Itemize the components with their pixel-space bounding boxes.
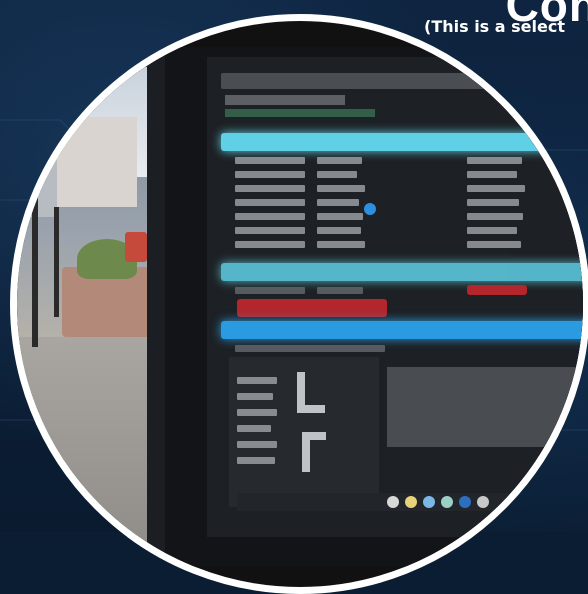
table-cell xyxy=(467,157,522,164)
window-titlebar xyxy=(221,73,583,89)
log-line xyxy=(237,457,275,464)
table-cell xyxy=(235,185,305,192)
taskbar-app-icon xyxy=(441,496,453,508)
lamp-pole xyxy=(54,207,59,317)
log-line xyxy=(237,441,277,448)
table-cell xyxy=(467,213,523,220)
glyph xyxy=(297,405,325,413)
table-cell xyxy=(235,345,385,352)
log-line xyxy=(237,377,277,384)
table-cell xyxy=(317,241,365,248)
monitor-edge xyxy=(147,47,165,567)
table-cell xyxy=(235,199,305,206)
table-cell xyxy=(235,171,305,178)
table-cell xyxy=(467,227,517,234)
circular-photo xyxy=(10,14,588,594)
table-cell xyxy=(317,199,359,206)
table-cell xyxy=(317,213,363,220)
table-cell xyxy=(317,227,361,234)
taskbar-app-icon xyxy=(477,496,489,508)
table-cell xyxy=(467,241,521,248)
table-cell xyxy=(235,227,305,234)
taskbar-app-icon xyxy=(387,496,399,508)
error-cell xyxy=(467,285,527,295)
taskbar-app-icon xyxy=(405,496,417,508)
table-cell xyxy=(317,171,357,178)
error-row xyxy=(237,299,387,317)
table-cell xyxy=(467,185,525,192)
toolbar xyxy=(225,95,345,105)
table-cell xyxy=(317,157,362,164)
taskbar-app-icon xyxy=(423,496,435,508)
table-cell xyxy=(317,287,363,294)
status-dot-icon xyxy=(364,203,376,215)
table-cell xyxy=(235,287,305,294)
table-cell xyxy=(235,213,305,220)
detail-text xyxy=(387,367,583,447)
red-sign xyxy=(125,232,147,262)
selected-row xyxy=(221,321,583,339)
table-cell xyxy=(235,157,305,164)
highlighted-row xyxy=(221,263,583,281)
photo-content xyxy=(17,21,583,567)
taskbar-app-icon xyxy=(459,496,471,508)
highlighted-row xyxy=(221,133,583,151)
log-line xyxy=(237,393,273,400)
glyph xyxy=(302,432,326,440)
table-cell xyxy=(317,185,365,192)
lamp-pole xyxy=(32,187,38,347)
table-cell xyxy=(467,199,519,206)
log-line xyxy=(237,409,277,416)
toolbar-path xyxy=(225,109,375,117)
table-cell xyxy=(467,171,517,178)
log-line xyxy=(237,425,271,432)
table-cell xyxy=(235,241,305,248)
building xyxy=(47,117,137,207)
